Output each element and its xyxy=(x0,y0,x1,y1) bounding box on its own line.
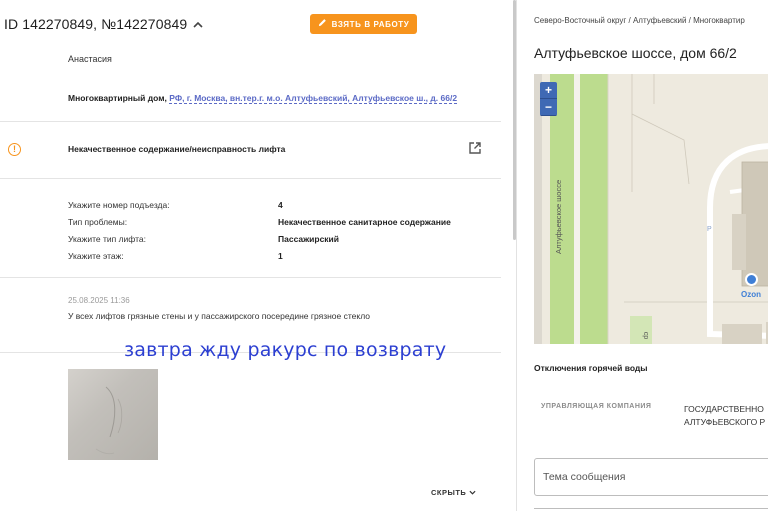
detail-label: Укажите номер подъезда: xyxy=(68,199,170,210)
ticket-id-header[interactable]: ID 142270849, №142270849 xyxy=(4,16,203,32)
divider xyxy=(0,178,501,179)
details-list: Укажите номер подъезда: 4 Тип проблемы: … xyxy=(68,196,498,264)
management-company-label: УПРАВЛЯЮЩАЯ КОМПАНИЯ xyxy=(541,403,652,410)
chevron-down-icon xyxy=(469,488,476,497)
management-company-value: ГОСУДАРСТВЕННО АЛТУФЬЕВСКОГО Р xyxy=(684,403,765,429)
mc-value-line: ГОСУДАРСТВЕННО xyxy=(684,404,764,414)
detail-row: Тип проблемы: Некачественное санитарное … xyxy=(68,213,498,230)
address-link[interactable]: РФ, г. Москва, вн.тер.г. м.о. Алтуфьевск… xyxy=(169,93,458,104)
warning-circle-icon: ! xyxy=(8,143,21,156)
object-type: Многоквартирный дом, xyxy=(68,93,167,103)
address-row: Многоквартирный дом, РФ, г. Москва, вн.т… xyxy=(68,93,458,104)
detail-row: Укажите номер подъезда: 4 xyxy=(68,196,498,213)
take-to-work-button[interactable]: ВЗЯТЬ В РАБОТУ xyxy=(310,14,417,34)
detail-row: Укажите этаж: 1 xyxy=(68,247,498,264)
hide-button[interactable]: СКРЫТЬ xyxy=(431,488,476,497)
parking-label: P xyxy=(707,226,712,233)
overlay-note: завтра жду ракурс по возврату xyxy=(124,339,447,361)
detail-value: 1 xyxy=(278,250,283,261)
ticket-id-text: ID 142270849, №142270849 xyxy=(4,16,188,32)
issue-title: Некачественное содержание/неисправность … xyxy=(68,144,286,154)
map-edge-label: ср xyxy=(642,331,650,340)
street-label: Алтуфьевское шоссе xyxy=(554,179,563,254)
chevron-up-icon[interactable] xyxy=(193,17,203,31)
comment-date: 25.08.2025 11:36 xyxy=(68,296,130,305)
section-title: Отключения горячей воды xyxy=(534,363,648,373)
map[interactable]: Алтуфьевское шоссе P Ozon ср Ф + − xyxy=(534,74,768,344)
detail-value: Некачественное санитарное содержание xyxy=(278,216,451,227)
detail-value: 4 xyxy=(278,199,283,210)
comment-text: У всех лифтов грязные стены и у пассажир… xyxy=(68,311,370,321)
pencil-icon xyxy=(318,18,327,30)
detail-row: Укажите тип лифта: Пассажирский xyxy=(68,230,498,247)
ozon-pin-icon[interactable] xyxy=(745,273,758,286)
page: ID 142270849, №142270849 ВЗЯТЬ В РАБОТУ … xyxy=(0,0,768,511)
zoom-out-button[interactable]: − xyxy=(540,99,557,116)
applicant-name: Анастасия xyxy=(68,54,112,64)
map-zoom-controls: + − xyxy=(540,82,557,116)
ticket-panel: ID 142270849, №142270849 ВЗЯТЬ В РАБОТУ … xyxy=(0,0,516,511)
attached-photo[interactable] xyxy=(68,369,158,460)
mc-value-line: АЛТУФЬЕВСКОГО Р xyxy=(684,417,766,427)
divider xyxy=(0,121,501,122)
detail-label: Тип проблемы: xyxy=(68,216,128,227)
take-to-work-label: ВЗЯТЬ В РАБОТУ xyxy=(331,19,410,29)
message-subject-placeholder: Тема сообщения xyxy=(543,471,626,483)
detail-value: Пассажирский xyxy=(278,233,339,244)
breadcrumb[interactable]: Северо-Восточный округ / Алтуфьевский / … xyxy=(534,16,745,25)
detail-label: Укажите этаж: xyxy=(68,250,124,261)
building-panel: Северо-Восточный округ / Алтуфьевский / … xyxy=(517,0,768,511)
poi-label: Ozon xyxy=(741,290,761,299)
detail-label: Укажите тип лифта: xyxy=(68,233,146,244)
open-external-icon[interactable] xyxy=(468,141,482,155)
zoom-in-button[interactable]: + xyxy=(540,82,557,99)
divider xyxy=(0,277,501,278)
building-title: Алтуфьевское шоссе, дом 66/2 xyxy=(534,45,737,61)
hide-button-label: СКРЫТЬ xyxy=(431,488,467,497)
message-subject-input[interactable]: Тема сообщения xyxy=(534,458,768,496)
